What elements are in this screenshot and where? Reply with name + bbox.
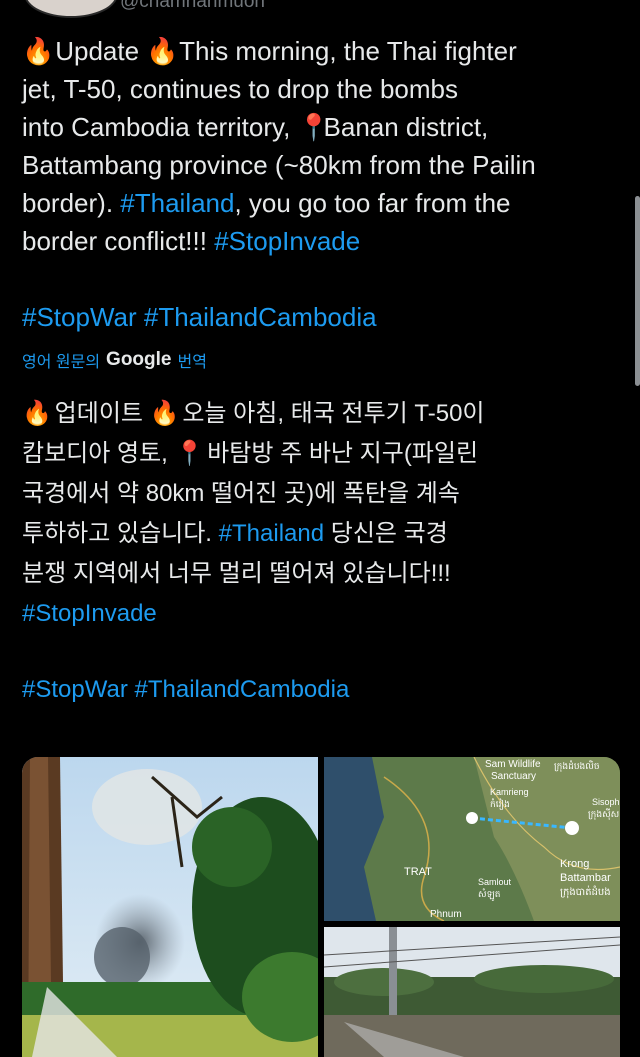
translated-text: 🔥 업데이트 🔥 오늘 아침, 태국 전투기 T-50이 캄보디아 영토, 📍 … bbox=[22, 394, 622, 710]
scrollbar[interactable] bbox=[635, 196, 640, 386]
translated-fragment: 투하하고 있습니다. bbox=[22, 520, 212, 547]
post-text-fragment: Update bbox=[55, 36, 140, 66]
translated-line: 국경에서 약 80km 떨어진 곳)에 폭탄을 계속 bbox=[22, 474, 622, 514]
pin-icon: 📍 bbox=[297, 112, 330, 142]
map-label: Sam Wildlife bbox=[485, 759, 541, 770]
post-text-fragment: border). bbox=[22, 188, 114, 218]
hashtag-link[interactable]: #ThailandCambodia bbox=[144, 302, 377, 332]
map-label: Phnum bbox=[430, 909, 462, 920]
translated-fragment: 오늘 아침, 태국 전투기 T-50이 bbox=[182, 400, 485, 427]
map-label: Kamrieng bbox=[490, 787, 529, 797]
post-text-fragment: , you go too far from the bbox=[234, 188, 511, 218]
translated-fragment: 분쟁 지역에서 너무 멀리 떨어져 있습니다!!! bbox=[22, 560, 451, 587]
post-line: border). #Thailand, you go too far from … bbox=[22, 184, 622, 222]
post-line: Battambang province (~80km from the Pail… bbox=[22, 146, 622, 184]
hashtag-link[interactable]: #Thailand bbox=[219, 520, 324, 547]
translated-line: 투하하고 있습니다. #Thailand 당신은 국경 bbox=[22, 514, 622, 554]
translated-fragment: 업데이트 bbox=[54, 400, 143, 427]
satellite-map: Sam Wildlife Sanctuary ក្រុងដំបងលិច Kamr… bbox=[324, 757, 620, 921]
map-label: Krong bbox=[560, 858, 589, 870]
fire-icon: 🔥 bbox=[22, 36, 55, 66]
translated-line: 분쟁 지역에서 너무 멀리 떨어져 있습니다!!! bbox=[22, 554, 622, 594]
pin-icon: 📍 bbox=[174, 440, 205, 467]
hashtag-link[interactable]: #ThailandCambodia bbox=[135, 676, 350, 703]
map-label: Sanctuary bbox=[491, 771, 536, 782]
translated-fragment: 캄보디아 영토, bbox=[22, 440, 168, 467]
field-photo-image bbox=[324, 927, 620, 1057]
translate-suffix: 번역 bbox=[177, 354, 207, 371]
map-label: ក្រុងបាត់ដំបង bbox=[560, 885, 611, 899]
translated-fragment: 당신은 국경 bbox=[330, 520, 448, 547]
post-line: 🔥 Update 🔥 This morning, the Thai fighte… bbox=[22, 32, 622, 70]
map-label: Sisoph bbox=[592, 797, 620, 807]
map-label: Battambar bbox=[560, 872, 611, 884]
hashtag-link[interactable]: #StopWar bbox=[22, 302, 137, 332]
post-text-fragment: Battambang province (~80km from the Pail… bbox=[22, 150, 536, 180]
post-text-fragment: border conflict!!! bbox=[22, 226, 207, 256]
map-label: ក្រុងដំបងលិច bbox=[554, 760, 600, 772]
post-line: into Cambodia territory, 📍Banan district… bbox=[22, 108, 622, 146]
fire-icon: 🔥 bbox=[22, 400, 52, 427]
post-line: jet, T-50, continues to drop the bombs bbox=[22, 70, 622, 108]
google-logo: Google bbox=[106, 349, 172, 370]
map-label: Samlout bbox=[478, 877, 512, 887]
post-text-fragment: Banan district, bbox=[323, 112, 489, 142]
map-label: TRAT bbox=[404, 866, 432, 878]
translated-line: #StopInvade bbox=[22, 594, 622, 634]
post-header: @chamnanmuon bbox=[0, 0, 640, 20]
avatar[interactable] bbox=[24, 0, 118, 18]
map-label: កំរៀង bbox=[490, 798, 510, 810]
hashtag-link[interactable]: #StopInvade bbox=[214, 226, 360, 256]
smoke-photo-image bbox=[22, 757, 318, 1057]
translate-prefix: 영어 원문의 bbox=[22, 354, 101, 371]
media-grid: Sam Wildlife Sanctuary ក្រុងដំបងលិច Kamr… bbox=[22, 757, 620, 1057]
smoke-photo[interactable] bbox=[22, 757, 318, 1057]
post-text: 🔥 Update 🔥 This morning, the Thai fighte… bbox=[22, 32, 622, 336]
post-text-fragment: This morning, the Thai fighter bbox=[179, 36, 517, 66]
hashtag-link[interactable]: #Thailand bbox=[120, 188, 234, 218]
hashtag-link[interactable]: #StopInvade bbox=[22, 600, 157, 627]
translated-by-google[interactable]: 영어 원문의 Google 번역 bbox=[22, 347, 207, 373]
post-line: border conflict!!! #StopInvade bbox=[22, 222, 622, 260]
fire-icon: 🔥 bbox=[146, 36, 179, 66]
translated-fragment: 국경에서 약 80km 떨어진 곳)에 폭탄을 계속 bbox=[22, 480, 460, 507]
post-tags-line: #StopWar #ThailandCambodia bbox=[22, 298, 622, 336]
post-text-fragment: into Cambodia territory, bbox=[22, 112, 291, 142]
field-photo[interactable] bbox=[324, 927, 620, 1057]
translated-line: 🔥 업데이트 🔥 오늘 아침, 태국 전투기 T-50이 bbox=[22, 394, 622, 434]
translated-fragment: 바탐방 주 바난 지구(파일린 bbox=[207, 440, 479, 467]
post-text-fragment: jet, T-50, continues to drop the bombs bbox=[22, 74, 459, 104]
translated-tags-line: #StopWar #ThailandCambodia bbox=[22, 670, 622, 710]
hashtag-link[interactable]: #StopWar bbox=[22, 676, 128, 703]
map-image[interactable]: Sam Wildlife Sanctuary ក្រុងដំបងលិច Kamr… bbox=[324, 757, 620, 921]
map-label: ក្រុងស៊ីស bbox=[588, 808, 620, 820]
author-handle[interactable]: @chamnanmuon bbox=[120, 0, 265, 13]
translated-line: 캄보디아 영토, 📍 바탐방 주 바난 지구(파일린 bbox=[22, 434, 622, 474]
fire-icon: 🔥 bbox=[149, 400, 180, 427]
